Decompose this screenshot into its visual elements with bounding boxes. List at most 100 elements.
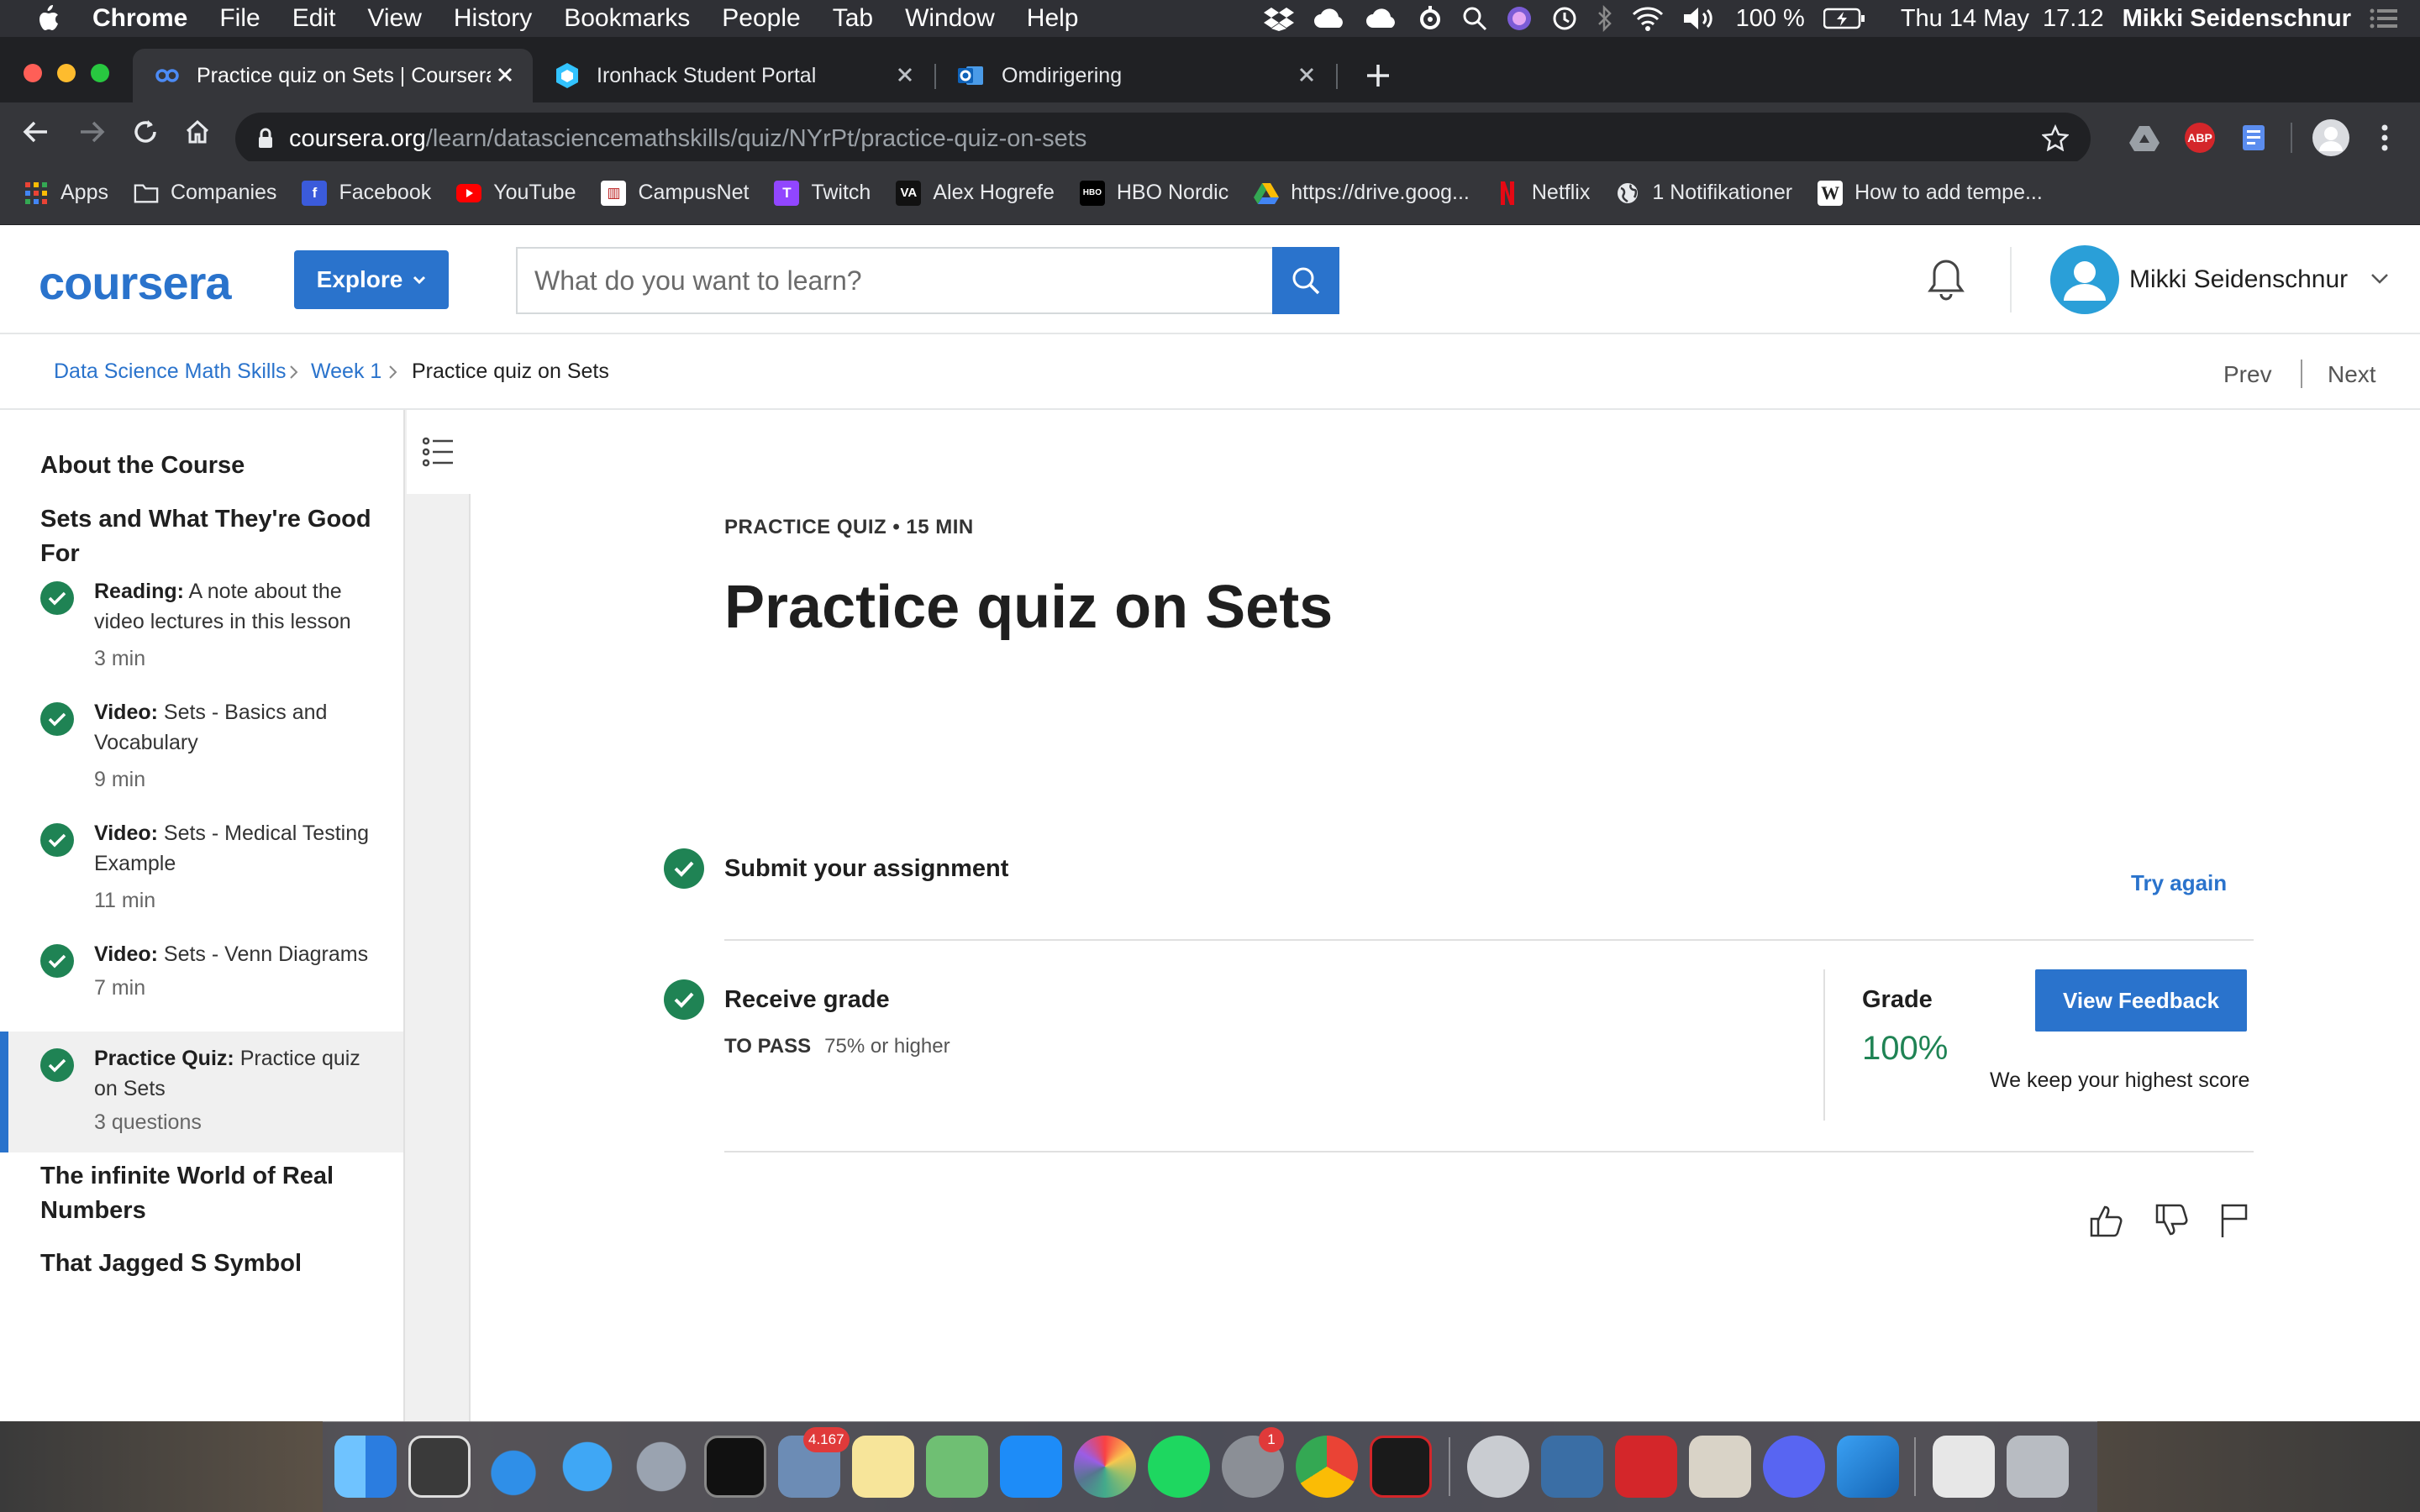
notes-icon[interactable] xyxy=(852,1436,914,1498)
cloud-icon[interactable] xyxy=(1313,8,1346,29)
onedrive-icon[interactable] xyxy=(482,1436,544,1498)
battery-icon[interactable] xyxy=(1823,8,1865,29)
bookmark-apps[interactable]: Apps xyxy=(24,181,108,206)
chevron-down-icon[interactable] xyxy=(2370,272,2390,286)
outline-item[interactable]: Video: Sets - Venn Diagrams 7 min xyxy=(0,929,403,1013)
close-tab-icon[interactable] xyxy=(494,64,516,86)
menu-bookmarks[interactable]: Bookmarks xyxy=(564,4,690,33)
notification-center-icon[interactable] xyxy=(2370,8,2398,29)
thumbs-down-icon[interactable] xyxy=(2151,1200,2193,1242)
search-input[interactable]: What do you want to learn? xyxy=(516,247,1272,314)
reload-icon[interactable] xyxy=(128,114,163,150)
trash-icon[interactable] xyxy=(2007,1436,2069,1498)
window-close-button[interactable] xyxy=(24,64,42,82)
menubar-user[interactable]: Mikki Seidenschnur xyxy=(2123,5,2351,33)
bookmark-campusnet[interactable]: ▥ CampusNet xyxy=(601,180,749,206)
breadcrumb-course[interactable]: Data Science Math Skills xyxy=(54,360,287,384)
wifi-icon[interactable] xyxy=(1632,6,1664,31)
reader-extension-icon[interactable] xyxy=(2238,123,2269,153)
tab-coursera[interactable]: Practice quiz on Sets | Coursera xyxy=(133,49,533,102)
apple-icon[interactable] xyxy=(32,4,64,33)
section-jagged-s[interactable]: That Jagged S Symbol xyxy=(40,1247,376,1281)
flag-icon[interactable] xyxy=(2213,1200,2255,1242)
menu-view[interactable]: View xyxy=(367,4,421,33)
dropbox-icon[interactable] xyxy=(1263,6,1294,31)
notifications-bell-icon[interactable] xyxy=(1926,257,1966,301)
adblock-plus-icon[interactable]: ABP xyxy=(2185,123,2215,153)
widget-app-icon[interactable] xyxy=(408,1436,471,1498)
vscode-icon[interactable] xyxy=(1837,1436,1899,1498)
app-store-icon[interactable] xyxy=(1000,1436,1062,1498)
menu-window[interactable]: Window xyxy=(905,4,995,33)
tab-omdirigering[interactable]: Omdirigering xyxy=(934,49,1334,102)
back-arrow-icon[interactable] xyxy=(18,114,54,150)
maps-icon[interactable] xyxy=(926,1436,988,1498)
bookmark-star-icon[interactable] xyxy=(2042,124,2069,151)
acrobat-reader-icon[interactable] xyxy=(1615,1436,1677,1498)
breadcrumb-week[interactable]: Week 1 xyxy=(311,360,381,384)
address-bar[interactable]: coursera.org/learn/datasciencemathskills… xyxy=(235,113,2091,165)
coursera-logo[interactable]: coursera xyxy=(39,255,232,310)
steelseries-icon[interactable] xyxy=(1417,5,1444,32)
battery-percent[interactable]: 100 % xyxy=(1736,5,1805,33)
outline-item[interactable]: Video: Sets - Basics and Vocabulary 9 mi… xyxy=(0,687,403,796)
bookmark-wikipedia[interactable]: W How to add tempe... xyxy=(1818,180,2043,206)
outline-item[interactable]: Video: Sets - Medical Testing Example 11… xyxy=(0,808,403,917)
section-real-numbers[interactable]: The infinite World of Real Numbers xyxy=(40,1159,376,1228)
spotlight-search-icon[interactable] xyxy=(1462,6,1487,31)
finder-icon[interactable] xyxy=(334,1436,397,1498)
clock[interactable]: Thu 14 May 17.12 xyxy=(1901,5,2104,33)
new-tab-plus-icon[interactable] xyxy=(1361,59,1395,92)
bookmark-twitch[interactable]: T Twitch xyxy=(774,180,871,206)
next-link[interactable]: Next xyxy=(2328,361,2376,388)
mysql-workbench-icon[interactable] xyxy=(1541,1436,1603,1498)
bookmark-facebook[interactable]: f Facebook xyxy=(302,180,431,206)
close-tab-icon[interactable] xyxy=(1296,64,1318,86)
forward-arrow-icon[interactable] xyxy=(74,114,109,150)
section-sets[interactable]: Sets and What They're Good For xyxy=(40,502,376,571)
prev-link[interactable]: Prev xyxy=(2223,361,2272,388)
chrome-menu-kebab-icon[interactable] xyxy=(2370,123,2400,153)
launchpad-icon[interactable] xyxy=(630,1436,692,1498)
outline-item-active[interactable]: Practice Quiz: Practice quiz on Sets 3 q… xyxy=(0,1032,403,1152)
menu-history[interactable]: History xyxy=(454,4,532,33)
thumbs-up-icon[interactable] xyxy=(2086,1200,2128,1242)
bookmark-alex-hogrefe[interactable]: VA Alex Hogrefe xyxy=(896,180,1055,206)
search-button[interactable] xyxy=(1272,247,1339,314)
outline-item[interactable]: Reading: A note about the video lectures… xyxy=(0,566,403,675)
bookmark-companies[interactable]: Companies xyxy=(134,181,276,206)
home-icon[interactable] xyxy=(180,114,215,150)
menu-file[interactable]: File xyxy=(219,4,260,33)
menu-tab[interactable]: Tab xyxy=(833,4,873,33)
messages-icon[interactable] xyxy=(556,1436,618,1498)
profile-avatar-icon[interactable] xyxy=(2312,119,2349,156)
calculator-icon[interactable] xyxy=(1689,1436,1751,1498)
tab-ironhack[interactable]: Ironhack Student Portal xyxy=(533,49,933,102)
user-name[interactable]: Mikki Seidenschnur xyxy=(2129,265,2348,294)
spotify-icon[interactable] xyxy=(1148,1436,1210,1498)
bookmark-netflix[interactable]: Netflix xyxy=(1495,181,1590,206)
disk-utility-icon[interactable] xyxy=(1467,1436,1529,1498)
outline-toggle-button[interactable] xyxy=(407,410,471,494)
menu-help[interactable]: Help xyxy=(1027,4,1079,33)
bookmark-notifikationer[interactable]: 1 Notifikationer xyxy=(1615,181,1792,206)
siri-icon[interactable] xyxy=(1506,5,1533,32)
window-minimize-button[interactable] xyxy=(57,64,76,82)
bluetooth-icon[interactable] xyxy=(1597,5,1613,32)
section-about-course[interactable]: About the Course xyxy=(40,449,376,483)
close-tab-icon[interactable] xyxy=(894,64,916,86)
photos-icon[interactable] xyxy=(1074,1436,1136,1498)
try-again-button[interactable]: Try again xyxy=(2131,870,2227,896)
downloads-folder-icon[interactable] xyxy=(1933,1436,1995,1498)
window-zoom-button[interactable] xyxy=(91,64,109,82)
bookmark-youtube[interactable]: YouTube xyxy=(456,181,576,206)
bookmark-google-drive[interactable]: https://drive.goog... xyxy=(1254,181,1470,206)
explore-button[interactable]: Explore xyxy=(294,250,449,309)
volume-icon[interactable] xyxy=(1682,6,1718,31)
chrome-icon[interactable] xyxy=(1296,1436,1358,1498)
time-machine-icon[interactable] xyxy=(1551,5,1578,32)
discord-icon[interactable] xyxy=(1763,1436,1825,1498)
cloud-sync-icon[interactable] xyxy=(1365,8,1398,29)
app-menu-chrome[interactable]: Chrome xyxy=(92,4,187,33)
activity-monitor-icon[interactable] xyxy=(704,1436,766,1498)
